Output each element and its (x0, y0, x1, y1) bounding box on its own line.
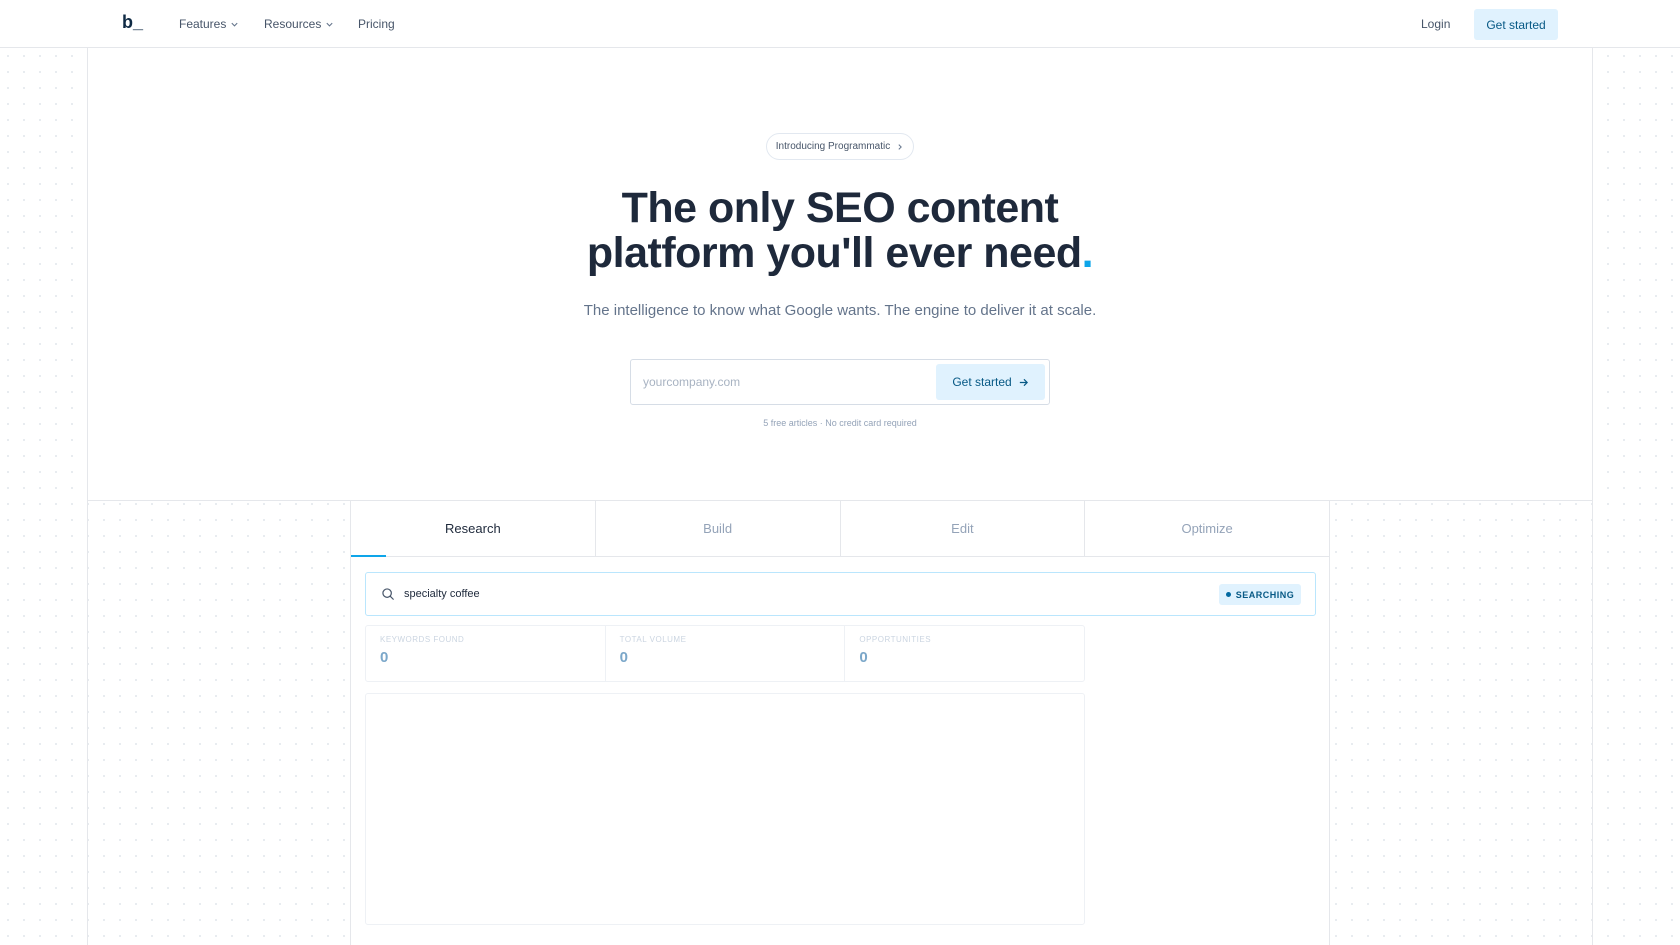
nav-item-label: Resources (264, 17, 322, 31)
chevron-down-icon (231, 22, 238, 27)
tab-optimize[interactable]: Optimize (1085, 501, 1329, 556)
chevron-down-icon (326, 22, 333, 27)
results-panel (365, 693, 1085, 925)
demo-tabs: Research Build Edit Optimize (351, 501, 1329, 557)
get-started-hero-button[interactable]: Get started (936, 364, 1045, 400)
tab-label: Build (703, 521, 733, 536)
tab-label: Optimize (1181, 521, 1233, 536)
headline-line-1: The only SEO content (621, 184, 1059, 232)
hero-headline: The only SEO content platform you'll eve… (440, 186, 1240, 276)
product-demo-panel: Research Build Edit Optimize specialty c… (350, 501, 1330, 945)
stat-value: 0 (859, 649, 868, 666)
button-label: Get started (952, 375, 1012, 389)
stat-keywords-found: KEYWORDS FOUND 0 (366, 626, 606, 681)
login-link[interactable]: Login (1421, 17, 1450, 31)
stat-value: 0 (380, 649, 389, 666)
stat-total-volume: TOTAL VOLUME 0 (606, 626, 846, 681)
stat-label: TOTAL VOLUME (619, 635, 687, 644)
headline-line-2: platform you'll ever need (586, 229, 1082, 277)
headline-accent-dot: . (1081, 229, 1094, 277)
stat-label: OPPORTUNITIES (859, 635, 932, 644)
stat-opportunities: OPPORTUNITIES 0 (845, 626, 1084, 681)
nav-item-label: Features (179, 17, 227, 31)
tab-edit[interactable]: Edit (841, 501, 1086, 556)
hero-subheading: The intelligence to know what Google wan… (583, 302, 1097, 319)
tab-build[interactable]: Build (596, 501, 841, 556)
keyword-search-bar[interactable]: specialty coffee SEARCHING (365, 572, 1316, 616)
chevron-right-icon (898, 143, 903, 150)
get-started-nav-button[interactable]: Get started (1474, 9, 1558, 40)
nav-item-label: Pricing (358, 17, 395, 31)
top-navbar: b_ Features Resources Pricing Login Get … (0, 0, 1680, 48)
tab-label: Edit (951, 521, 974, 536)
stat-value: 0 (619, 649, 629, 666)
tab-label: Research (445, 521, 501, 536)
announcement-label: Introducing Programmatic (775, 141, 891, 152)
status-dot-icon (1225, 592, 1231, 597)
arrow-right-icon (1019, 378, 1028, 386)
tab-research[interactable]: Research (351, 501, 596, 557)
nav-item-features[interactable]: Features (179, 17, 239, 31)
signup-note: 5 free articles · No credit card require… (763, 418, 917, 428)
search-query: specialty coffee (404, 588, 480, 600)
stats-row: KEYWORDS FOUND 0 TOTAL VOLUME 0 OPPORTUN… (365, 625, 1085, 682)
status-badge: SEARCHING (1219, 584, 1301, 605)
nav-item-pricing[interactable]: Pricing (358, 17, 395, 31)
stat-label: KEYWORDS FOUND (380, 635, 465, 644)
search-icon (382, 588, 394, 600)
signup-form: Get started (630, 359, 1050, 405)
nav-item-resources[interactable]: Resources (264, 17, 334, 31)
status-label: SEARCHING (1235, 589, 1295, 600)
active-tab-indicator (351, 555, 386, 557)
website-input[interactable] (643, 368, 923, 396)
announcement-pill[interactable]: Introducing Programmatic (766, 133, 914, 160)
logo[interactable]: b_ (122, 12, 143, 33)
